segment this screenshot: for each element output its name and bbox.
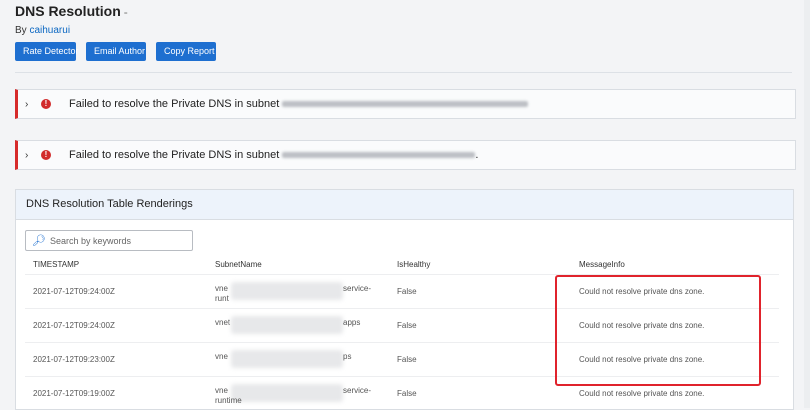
subnet-suffix: service- (343, 386, 371, 395)
page-title: DNS Resolution (15, 3, 121, 19)
cell-subnet: vne ps (215, 343, 397, 377)
cell-healthy: False (397, 309, 579, 343)
alert-message-text: Failed to resolve the Private DNS in sub… (69, 149, 279, 161)
chevron-right-icon[interactable]: › (25, 99, 39, 110)
cell-timestamp: 2021-07-12T09:19:00Z (25, 377, 215, 410)
message-column-highlight (555, 275, 761, 386)
subnet-suffix: ps (343, 352, 351, 361)
redacted-subnet (282, 152, 475, 158)
search-icon: 🔍︎ (32, 234, 46, 247)
cell-subnet: vne service-runtime (215, 377, 397, 410)
cell-healthy: False (397, 275, 579, 309)
cell-healthy: False (397, 343, 579, 377)
scrollbar[interactable] (804, 0, 810, 408)
search-input[interactable]: 🔍︎ Search by keywords (25, 230, 193, 251)
byline-prefix: By (15, 25, 27, 36)
redacted-subnet (231, 350, 343, 368)
alert-message: Failed to resolve the Private DNS in sub… (69, 149, 478, 161)
alert-trail: . (475, 149, 478, 161)
subnet-prefix: vne (215, 352, 228, 361)
search-placeholder: Search by keywords (50, 236, 131, 246)
action-toolbar: Rate Detector Email Author Copy Report (15, 42, 216, 61)
title-row: DNS Resolution - (15, 3, 128, 19)
subnet-prefix: vne (215, 284, 228, 293)
error-icon: ! (41, 99, 51, 109)
subnet-suffix-line2: runtime (215, 396, 242, 405)
table-header-row: TIMESTAMP SubnetName IsHealthy MessageIn… (25, 254, 779, 275)
cell-timestamp: 2021-07-12T09:24:00Z (25, 309, 215, 343)
rate-detector-button[interactable]: Rate Detector (15, 42, 76, 61)
subnet-suffix: apps (343, 318, 360, 327)
chevron-right-icon[interactable]: › (25, 150, 39, 161)
alert-message: Failed to resolve the Private DNS in sub… (69, 98, 528, 110)
cell-subnet: vne service-runt (215, 275, 397, 309)
subnet-suffix: service- (343, 284, 371, 293)
cell-subnet: vnet apps (215, 309, 397, 343)
subnet-prefix: vnet (215, 318, 230, 327)
alert-message-text: Failed to resolve the Private DNS in sub… (69, 98, 279, 110)
panel-title: DNS Resolution Table Renderings (16, 190, 793, 220)
column-header-healthy[interactable]: IsHealthy (397, 254, 579, 275)
cell-healthy: False (397, 377, 579, 410)
column-header-message[interactable]: MessageInfo (579, 254, 779, 275)
copy-report-button[interactable]: Copy Report (156, 42, 216, 61)
divider (15, 72, 792, 73)
subnet-suffix-line2: runt (215, 294, 229, 303)
alert-row[interactable]: › ! Failed to resolve the Private DNS in… (15, 89, 796, 119)
error-icon: ! (41, 150, 51, 160)
subnet-prefix: vne (215, 386, 228, 395)
redacted-subnet (231, 316, 343, 334)
redacted-subnet (231, 282, 343, 300)
redacted-subnet (282, 101, 528, 107)
cell-timestamp: 2021-07-12T09:24:00Z (25, 275, 215, 309)
redacted-subnet (231, 384, 343, 402)
byline: By caihuarui (15, 25, 70, 36)
email-author-button[interactable]: Email Author (86, 42, 146, 61)
column-header-timestamp[interactable]: TIMESTAMP (25, 254, 215, 275)
column-header-subnet[interactable]: SubnetName (215, 254, 397, 275)
cell-timestamp: 2021-07-12T09:23:00Z (25, 343, 215, 377)
alert-row[interactable]: › ! Failed to resolve the Private DNS in… (15, 140, 796, 170)
title-suffix: - (124, 5, 128, 19)
author-link[interactable]: caihuarui (29, 25, 70, 36)
